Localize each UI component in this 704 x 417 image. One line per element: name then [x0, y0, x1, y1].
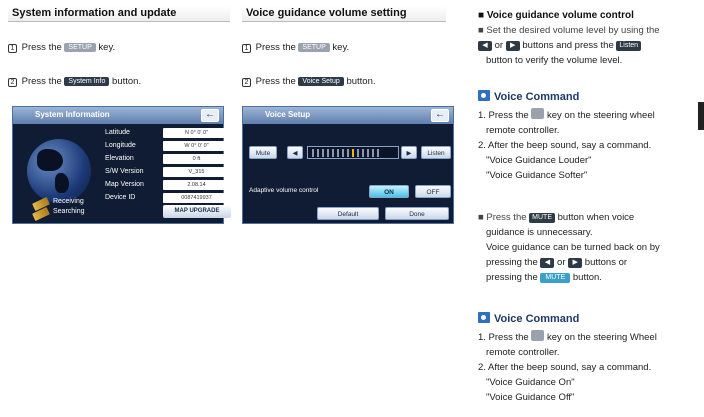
system-info-header: System information and update: [8, 6, 230, 22]
system-information-screen: System Information ← Latitude N 0° 0' 0"…: [12, 106, 231, 224]
volume-tick: [327, 149, 329, 157]
volume-tick: [332, 149, 334, 157]
volume-up-button[interactable]: ▶: [401, 146, 417, 159]
step-number: 2: [242, 78, 251, 87]
volume-tick: [372, 149, 374, 157]
voice-command-1: 1. Press the key on the steering wheel r…: [478, 108, 655, 181]
volume-tick: [342, 149, 344, 157]
info-label: Latitude: [105, 129, 130, 136]
globe-icon: [27, 139, 91, 203]
gps-status: Searching: [53, 208, 85, 215]
volume-slider[interactable]: [307, 146, 399, 159]
adaptive-off-button[interactable]: OFF: [415, 185, 451, 198]
voice-step-2: 2 Press the Voice Setup button.: [242, 76, 376, 87]
volume-tick: [317, 149, 319, 157]
volume-tick: [352, 149, 354, 157]
gps-status: Receiving: [53, 198, 84, 205]
info-value: W 0° 0' 0": [163, 141, 230, 151]
listen-button[interactable]: Listen: [421, 146, 451, 159]
volume-tick: [362, 149, 364, 157]
volume-tick: [357, 149, 359, 157]
volume-tick: [347, 149, 349, 157]
info-label: Elevation: [105, 155, 134, 162]
info-label: Longitude: [105, 142, 136, 149]
info-label: Map Version: [105, 181, 144, 188]
mute-screen-button: MUTE: [540, 273, 571, 283]
setup-key: SETUP: [298, 43, 330, 52]
info-value: N 0° 0' 0": [163, 128, 230, 138]
volume-tick: [377, 149, 379, 157]
voice-setup-key: Voice Setup: [298, 77, 344, 86]
listen-key: Listen: [616, 41, 642, 51]
info-label: S/W Version: [105, 168, 144, 175]
screen-title: System Information: [13, 107, 223, 124]
volume-control-title: ■ Voice guidance volume control: [478, 10, 634, 21]
page-side-tab: [698, 102, 704, 130]
info-value: 0087419937: [163, 193, 230, 203]
info-label: Device ID: [105, 194, 136, 201]
voice-command-icon: [478, 90, 490, 101]
voice-command-title: Voice Command: [478, 312, 579, 325]
voice-command-2: 1. Press the key on the steering Wheel r…: [478, 330, 657, 403]
steering-wheel-voice-key-icon: [531, 108, 545, 119]
mute-button[interactable]: Mute: [249, 146, 277, 159]
back-button[interactable]: ←: [201, 109, 219, 122]
adaptive-volume-label: Adaptive volume control: [249, 187, 319, 194]
voice-volume-header: Voice guidance volume setting: [242, 6, 446, 22]
volume-tick: [312, 149, 314, 157]
adaptive-on-button[interactable]: ON: [369, 185, 409, 198]
system-info-step-2: 2 Press the System Info button.: [8, 76, 141, 87]
volume-down-button[interactable]: ◀: [287, 146, 303, 159]
voice-command-icon: [478, 312, 490, 323]
screen-title: Voice Setup: [243, 107, 453, 124]
volume-tick: [337, 149, 339, 157]
step-number: 1: [8, 44, 17, 53]
step-number: 1: [242, 44, 251, 53]
mute-key: MUTE: [529, 213, 555, 223]
step-number: 2: [8, 78, 17, 87]
done-button[interactable]: Done: [385, 207, 449, 220]
voice-command-title: Voice Command: [478, 90, 579, 103]
volume-control-section: ■ Voice guidance volume control ■ Set th…: [478, 8, 692, 68]
info-value: 2.08.14: [163, 180, 230, 190]
right-arrow-key: ▶: [568, 258, 583, 268]
map-upgrade-button[interactable]: MAP UPGRADE: [163, 205, 231, 218]
volume-tick: [367, 149, 369, 157]
default-button[interactable]: Default: [317, 207, 379, 220]
left-arrow-key: ◀: [478, 41, 492, 51]
info-value: 0 ft: [163, 154, 230, 164]
system-info-key: System Info: [64, 77, 110, 86]
back-button[interactable]: ←: [431, 109, 449, 122]
steering-wheel-voice-key-icon: [531, 330, 545, 341]
left-arrow-key: ◀: [540, 258, 555, 268]
setup-key: SETUP: [64, 43, 96, 52]
voice-setup-screen: Voice Setup ← Mute ◀ ▶ Listen Adaptive v…: [242, 106, 454, 224]
volume-tick: [322, 149, 324, 157]
right-arrow-key: ▶: [505, 41, 520, 51]
info-value: V_315: [163, 167, 230, 177]
voice-step-1: 1 Press the SETUP key.: [242, 42, 349, 53]
mute-section: ■ Press the MUTE button when voice guida…: [478, 212, 660, 283]
system-info-step-1: 1 Press the SETUP key.: [8, 42, 115, 53]
